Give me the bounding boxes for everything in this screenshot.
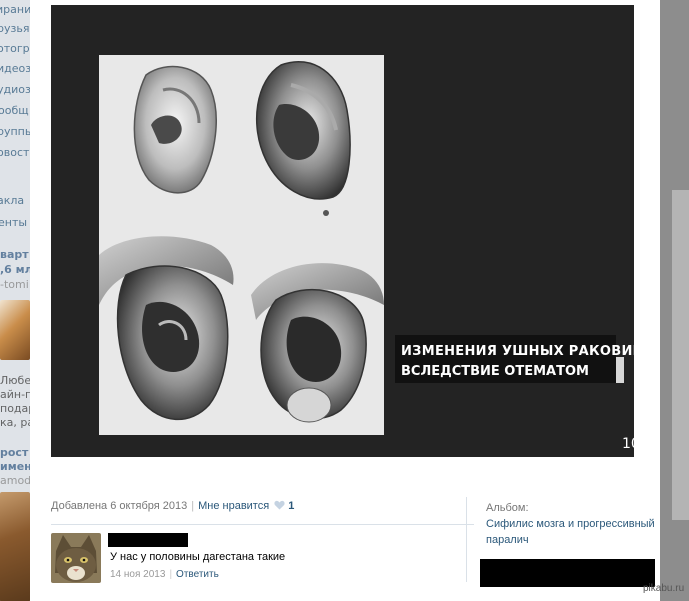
caption-line-1: ИЗМЕНЕНИЯ УШНЫХ РАКОВИН (401, 344, 634, 359)
ad-text: ка, ра (0, 416, 30, 429)
redaction-block (108, 533, 188, 547)
added-date: Добавлена 6 октября 2013 (51, 500, 188, 512)
left-menu-item[interactable]: ираниц (0, 3, 30, 16)
caption-line-2: ВСЛЕДСТВИЕ ОТЕМАТОМ (401, 364, 589, 379)
heart-icon[interactable] (274, 500, 285, 510)
ad-title[interactable]: рост (0, 446, 30, 459)
photo[interactable]: ИЗМЕНЕНИЯ УШНЫХ РАКОВИН ВСЛЕДСТВИЕ ОТЕМА… (51, 5, 634, 457)
left-menu-item[interactable]: енты (0, 216, 27, 229)
left-menu-item[interactable]: руппы (0, 125, 30, 138)
comment-text: У нас у половины дагестана такие (110, 551, 286, 563)
like-count[interactable]: 1 (288, 500, 294, 512)
background-page-edge (672, 190, 689, 520)
frame-number: 10 (622, 436, 634, 452)
ad-text: айн-п (0, 388, 30, 401)
comment-meta: 14 ноя 2013 | Ответить (110, 569, 219, 580)
photo-image: ИЗМЕНЕНИЯ УШНЫХ РАКОВИН ВСЛЕДСТВИЕ ОТЕМА… (99, 55, 634, 452)
ad-image-boots[interactable] (0, 492, 30, 601)
ad-text: подар (0, 402, 30, 415)
ad-subtitle: ,6 мл (0, 263, 30, 276)
separator: | (169, 569, 173, 580)
like-button[interactable]: Мне нравится (198, 500, 269, 512)
left-menu-item[interactable]: ообщ (0, 104, 29, 117)
album-link[interactable]: Сифилис мозга и прогрессивный паралич (486, 516, 666, 548)
ad-site: amod (0, 474, 30, 487)
separator: | (191, 500, 195, 512)
avatar[interactable] (51, 533, 101, 583)
left-menu-item[interactable]: идеоз (0, 62, 30, 75)
ad-text: Любе (0, 374, 30, 387)
left-menu-item[interactable]: акла (0, 194, 24, 207)
left-menu-item[interactable]: удиоз (0, 83, 30, 96)
photo-viewer: ИЗМЕНЕНИЯ УШНЫХ РАКОВИН ВСЛЕДСТВИЕ ОТЕМА… (30, 0, 660, 601)
left-menu-item[interactable]: овост (0, 146, 29, 159)
left-menu-item[interactable]: отогр (0, 42, 30, 55)
screenshot: ираниц рузья отогр идеоз удиоз ообщ рупп… (0, 0, 689, 601)
album-info: Альбом: Сифилис мозга и прогрессивный па… (486, 500, 666, 548)
comment: У нас у половины дагестана такие 14 ноя … (51, 533, 451, 585)
comment-date[interactable]: 14 ноя 2013 (110, 569, 165, 580)
reply-link[interactable]: Ответить (176, 569, 219, 580)
divider-vertical (466, 497, 467, 582)
ad-site: -tomi (0, 278, 29, 291)
photo-meta-bar: Добавлена 6 октября 2013 | Мне нравится 1 (51, 500, 466, 522)
watermark: pikabu.ru (643, 583, 685, 594)
ad-image-dog[interactable] (0, 300, 30, 360)
cat-avatar-image (51, 533, 101, 583)
ad-title[interactable]: варт (0, 248, 30, 261)
ad-subtitle: имен (0, 460, 30, 473)
left-menu-item[interactable]: рузья (0, 22, 29, 35)
redaction-block (480, 559, 655, 587)
divider (51, 524, 474, 525)
album-label: Альбом: (486, 502, 529, 514)
background-page: ираниц рузья отогр идеоз удиоз ообщ рупп… (0, 0, 30, 601)
